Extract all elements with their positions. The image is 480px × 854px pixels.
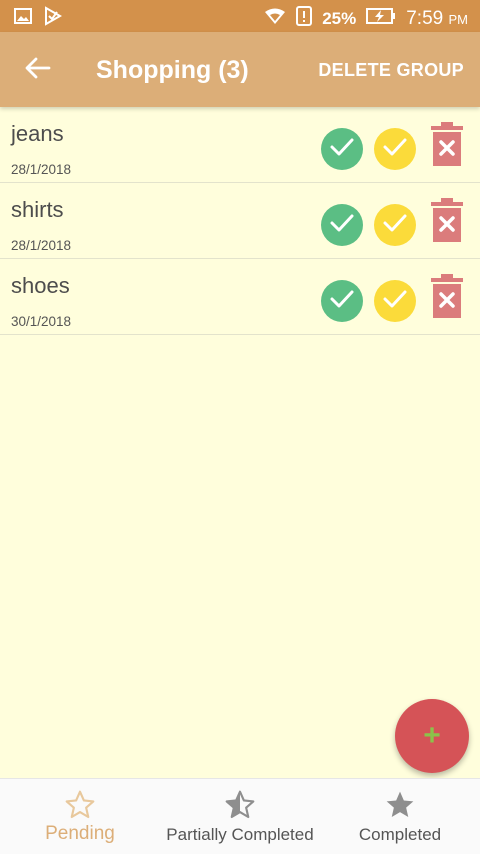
delete-group-button[interactable]: DELETE GROUP — [318, 60, 464, 81]
item-name: shoes — [11, 273, 70, 298]
delete-item-button[interactable] — [430, 198, 464, 248]
alert-icon — [296, 6, 313, 31]
app-bar: Shopping (3) DELETE GROUP — [0, 32, 480, 107]
arrow-back-icon — [25, 57, 51, 84]
item-actions — [321, 274, 464, 324]
mark-complete-button[interactable] — [321, 204, 363, 246]
image-icon — [14, 8, 32, 29]
tab-partially-completed[interactable]: Partially Completed — [160, 779, 320, 854]
trash-icon — [430, 121, 464, 172]
trash-icon — [430, 197, 464, 248]
star-half-icon — [224, 789, 256, 826]
check-icon — [382, 289, 408, 314]
trash-icon — [430, 273, 464, 324]
clock: 7:59 PM — [406, 8, 468, 30]
check-icon — [382, 213, 408, 238]
check-icon — [329, 213, 355, 238]
plus-icon: + — [423, 719, 441, 752]
tab-label: Pending — [45, 823, 115, 844]
mark-complete-button[interactable] — [321, 128, 363, 170]
back-button[interactable] — [22, 54, 54, 86]
item-actions — [321, 122, 464, 172]
tab-label: Partially Completed — [166, 825, 314, 844]
star-outline-icon — [64, 789, 96, 826]
battery-percent: 25% — [322, 8, 357, 28]
check-icon — [382, 137, 408, 162]
mark-partial-button[interactable] — [374, 128, 416, 170]
check-icon — [329, 137, 355, 162]
item-actions — [321, 198, 464, 248]
clock-time: 7:59 — [406, 7, 444, 29]
item-date: 30/1/2018 — [11, 314, 72, 329]
mark-complete-button[interactable] — [321, 280, 363, 322]
item-list: jeans 28/1/2018 shirts 28/1/2018 shoes 3… — [0, 107, 480, 335]
item-name: shirts — [11, 197, 64, 222]
list-item[interactable]: jeans 28/1/2018 — [0, 107, 480, 183]
tab-pending[interactable]: Pending — [0, 779, 160, 854]
delete-item-button[interactable] — [430, 122, 464, 172]
mark-partial-button[interactable] — [374, 280, 416, 322]
check-icon — [329, 289, 355, 314]
tab-completed[interactable]: Completed — [320, 779, 480, 854]
battery-icon — [366, 7, 396, 30]
item-date: 28/1/2018 — [11, 238, 72, 253]
item-name: jeans — [11, 121, 64, 146]
check-app-icon — [44, 6, 63, 31]
tab-label: Completed — [358, 825, 442, 844]
add-item-fab[interactable]: + — [395, 699, 469, 773]
item-date: 28/1/2018 — [11, 162, 72, 177]
clock-ampm: PM — [448, 11, 469, 27]
bottom-nav: Pending Partially Completed Completed — [0, 778, 480, 854]
mark-partial-button[interactable] — [374, 204, 416, 246]
list-item[interactable]: shoes 30/1/2018 — [0, 259, 480, 335]
status-bar: 25% 7:59 PM — [0, 0, 480, 32]
star-filled-icon — [384, 789, 416, 826]
wifi-icon — [264, 7, 286, 30]
page-title: Shopping (3) — [96, 56, 249, 84]
delete-item-button[interactable] — [430, 274, 464, 324]
list-item[interactable]: shirts 28/1/2018 — [0, 183, 480, 259]
